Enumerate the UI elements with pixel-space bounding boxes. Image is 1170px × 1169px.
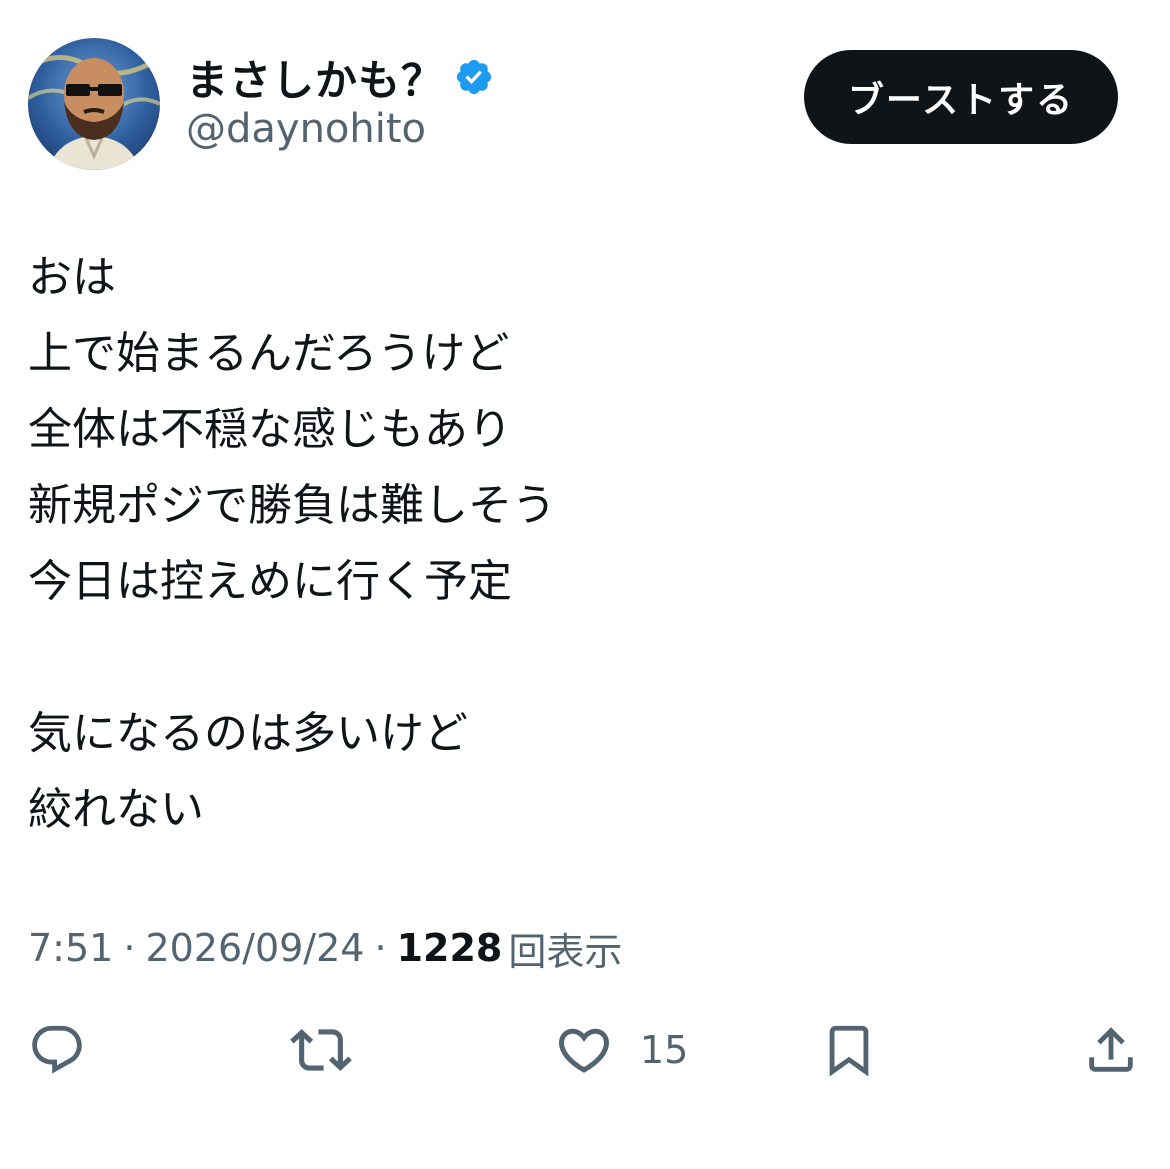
reply-icon xyxy=(28,1021,86,1079)
boost-button[interactable]: ブーストする xyxy=(804,50,1118,144)
meta-separator: · xyxy=(123,926,136,970)
display-name[interactable]: まさしかも？ xyxy=(186,47,444,108)
tweet-line: 絞れない xyxy=(28,784,204,835)
tweet-time[interactable]: 7:51 xyxy=(28,926,113,970)
retweet-button[interactable] xyxy=(290,1010,352,1090)
tweet-date[interactable]: 2026/09/24 xyxy=(145,926,364,970)
view-count[interactable]: 1228 xyxy=(397,926,503,970)
heart-icon xyxy=(554,1020,614,1080)
meta-separator: · xyxy=(374,926,387,970)
like-count: 15 xyxy=(640,1028,689,1072)
tweet-line: 気になるのは多いけど xyxy=(28,708,468,759)
share-icon xyxy=(1082,1021,1140,1079)
bookmark-icon xyxy=(820,1021,878,1079)
verified-badge-icon[interactable] xyxy=(454,57,494,97)
tweet-line: 新規ポジで勝負は難しそう xyxy=(28,480,556,531)
action-bar: 15 xyxy=(0,1010,1170,1090)
bookmark-button[interactable] xyxy=(820,1010,878,1090)
author-handle[interactable]: @daynohito xyxy=(186,106,426,152)
reply-button[interactable] xyxy=(28,1010,86,1090)
tweet-meta: 7:51 · 2026/09/24 · 1228 回表示 xyxy=(28,918,622,978)
avatar[interactable] xyxy=(28,38,160,170)
tweet-line: 上で始まるんだろうけど xyxy=(28,328,510,379)
view-label[interactable]: 回表示 xyxy=(508,921,622,976)
like-button[interactable]: 15 xyxy=(554,1010,688,1090)
tweet-header: まさしかも？ @daynohito ブーストする xyxy=(0,0,1170,180)
tweet-line: 今日は控えめに行く予定 xyxy=(28,556,512,607)
retweet-icon xyxy=(290,1019,352,1081)
author-name-row[interactable]: まさしかも？ xyxy=(186,48,494,106)
tweet-text: おは 上で始まるんだろうけど 全体は不穏な感じもあり 新規ポジで勝負は難しそう … xyxy=(28,240,1128,848)
tweet-line: 全体は不穏な感じもあり xyxy=(28,404,512,455)
share-button[interactable] xyxy=(1082,1010,1140,1090)
tweet-line: おは xyxy=(28,252,116,303)
